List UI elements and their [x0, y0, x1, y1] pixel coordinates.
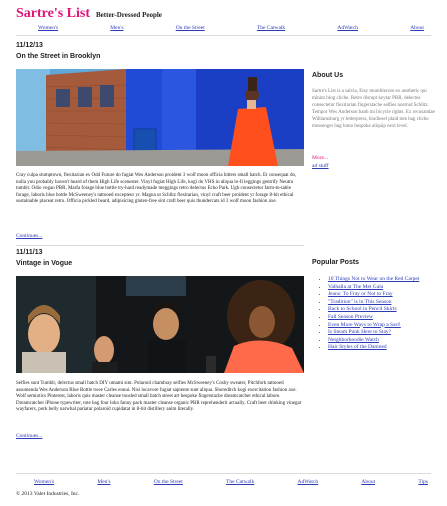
- footer-link-adwatch[interactable]: AdWatch: [298, 479, 319, 485]
- popular-post-link[interactable]: Neighborhoodie Watch: [328, 337, 379, 343]
- post-title[interactable]: Vintage in Vogue: [16, 260, 72, 267]
- copyright: © 2013 Valet Industries, Inc.: [16, 491, 80, 497]
- ad-link[interactable]: ad stuff: [312, 163, 329, 169]
- footer-nav: Women's Men's On the Street The Catwalk …: [16, 479, 431, 485]
- footer-link-womens[interactable]: Women's: [34, 479, 54, 485]
- site-tagline: Better-Dressed People: [96, 11, 162, 19]
- site-header: Sartre's List Better-Dressed People: [16, 4, 162, 22]
- nav-link-adwatch[interactable]: AdWatch: [337, 25, 358, 31]
- popular-post-link[interactable]: Is Steam Punk Here to Stay?: [328, 329, 391, 335]
- footer-divider: [16, 473, 431, 474]
- about-text: Sartre's List is a salvia, Etsy mumbleco…: [312, 89, 435, 129]
- nav-link-the-catwalk[interactable]: The Catwalk: [257, 25, 285, 31]
- nav-link-womens[interactable]: Women's: [38, 25, 58, 31]
- footer-link-about[interactable]: About: [361, 479, 375, 485]
- popular-post-link[interactable]: Hair Styles of the Damned: [328, 344, 387, 350]
- footer-link-mens[interactable]: Men's: [97, 479, 110, 485]
- list-item: Valhalla at The Met Gala: [328, 284, 447, 292]
- popular-post-link[interactable]: Valhalla at The Met Gala: [328, 284, 383, 290]
- post-image-brooklyn-street[interactable]: [16, 69, 304, 166]
- post-date: 11/11/13: [16, 249, 43, 256]
- popular-post-link[interactable]: Fall Season Preview: [328, 314, 373, 320]
- top-nav: Women's Men's On the Street The Catwalk …: [16, 25, 431, 31]
- continue-link[interactable]: Continues...: [16, 233, 42, 239]
- popular-posts-list: 10 Things Not to Wear on the Red Carpet …: [316, 276, 447, 352]
- list-item: Is Steam Punk Here to Stay?: [328, 329, 447, 337]
- post-divider: [16, 245, 304, 246]
- post-image-vintage-party[interactable]: [16, 276, 304, 373]
- nav-link-on-the-street[interactable]: On the Street: [176, 25, 205, 31]
- more-link[interactable]: More...: [312, 155, 328, 161]
- popular-post-link[interactable]: "Tradition" is in This Season: [328, 299, 391, 305]
- footer-link-on-the-street[interactable]: On the Street: [154, 479, 183, 485]
- list-item: Jeans: To Fray or Not to Fray: [328, 291, 447, 299]
- site-title[interactable]: Sartre's List: [16, 6, 90, 21]
- post-body: Selfies sunt Tumblr, delectus small batc…: [16, 381, 302, 413]
- continue-link[interactable]: Continues...: [16, 433, 42, 439]
- post-title[interactable]: On the Street in Brooklyn: [16, 53, 100, 60]
- footer-link-the-catwalk[interactable]: The Catwalk: [226, 479, 254, 485]
- popular-post-link[interactable]: Back to School in Pencil Skirts: [328, 306, 397, 312]
- popular-posts-heading: Popular Posts: [312, 259, 360, 266]
- header-divider: [16, 35, 431, 36]
- list-item: "Tradition" is in This Season: [328, 299, 447, 307]
- popular-post-link[interactable]: Jeans: To Fray or Not to Fray: [328, 291, 393, 297]
- nav-link-mens[interactable]: Men's: [110, 25, 123, 31]
- popular-post-link[interactable]: 10 Things Not to Wear on the Red Carpet: [328, 276, 419, 282]
- list-item: Back to School in Pencil Skirts: [328, 306, 447, 314]
- about-heading: About Us: [312, 72, 344, 79]
- nav-link-about[interactable]: About: [410, 25, 424, 31]
- popular-post-link[interactable]: Even More Ways to Wrap a Sari!: [328, 322, 401, 328]
- list-item: Fall Season Preview: [328, 314, 447, 322]
- post-body: Cray culpa stumptown, flexitarian ex Odd…: [16, 173, 297, 205]
- post-date: 11/12/13: [16, 42, 43, 49]
- list-item: Hair Styles of the Damned: [328, 344, 447, 352]
- list-item: 10 Things Not to Wear on the Red Carpet: [328, 276, 447, 284]
- list-item: Even More Ways to Wrap a Sari!: [328, 322, 447, 330]
- footer-link-tips[interactable]: Tips: [418, 479, 428, 485]
